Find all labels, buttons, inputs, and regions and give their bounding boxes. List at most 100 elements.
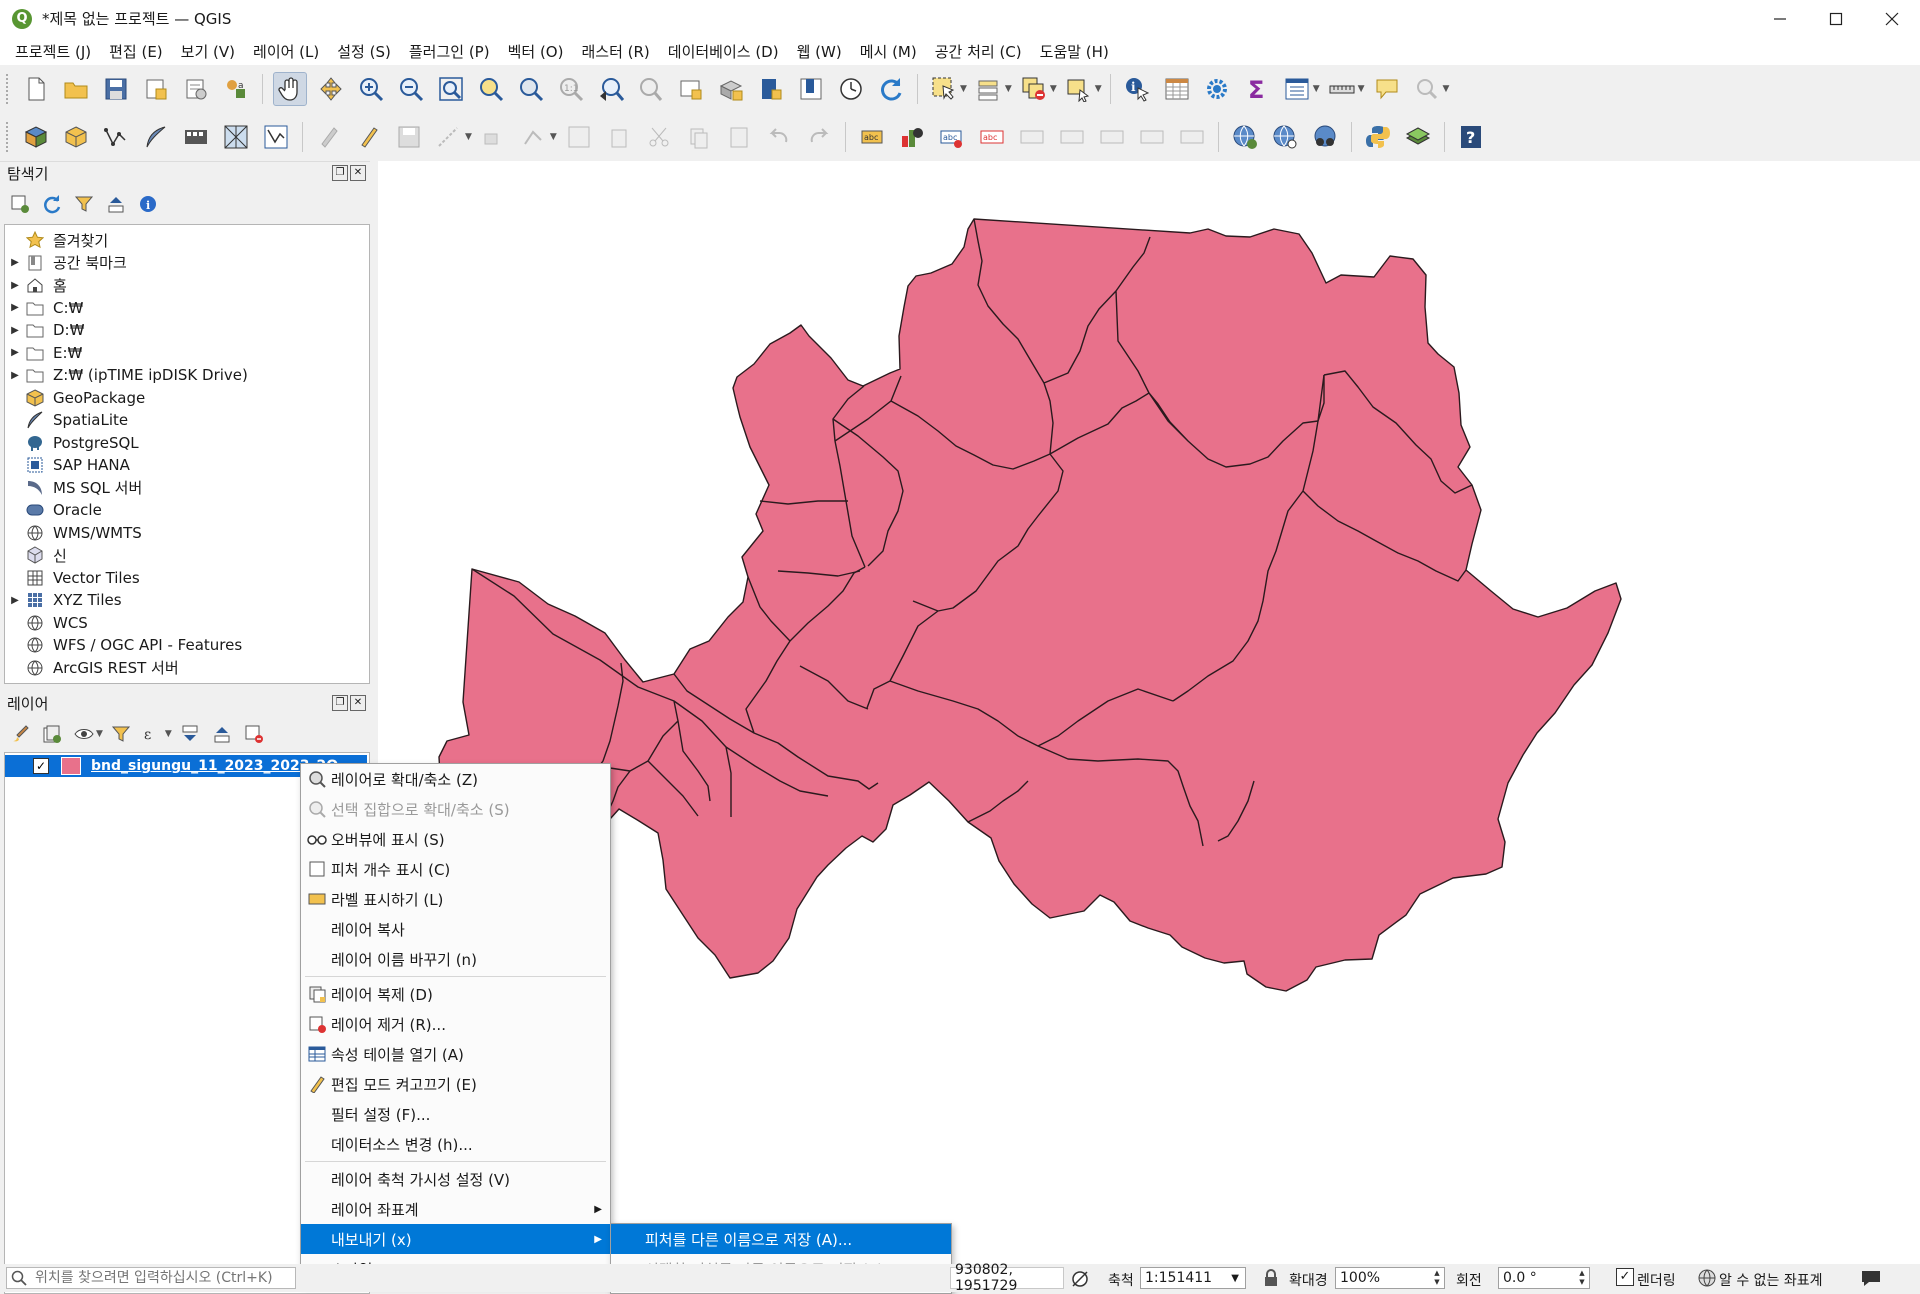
rotation-spinbox[interactable]: 0.0 ° ▲ ▼ [1498, 1267, 1590, 1289]
chevron-down-icon[interactable]: ▼ [1443, 84, 1450, 94]
current-edits-button[interactable] [313, 121, 345, 153]
move-label-button[interactable] [1056, 121, 1088, 153]
spatial-bookmark-button[interactable] [755, 73, 787, 105]
new-spatialite-button[interactable] [140, 121, 172, 153]
zoom-full-button[interactable] [435, 73, 467, 105]
menu-view[interactable]: 보기 (V) [181, 41, 235, 62]
menu-item-show-in-overview[interactable]: 오버뷰에 표시 (S) [301, 824, 610, 854]
chevron-down-icon[interactable]: ▼ [1005, 84, 1012, 94]
chevron-down-icon[interactable]: ▼ [960, 84, 967, 94]
temporal-controller-button[interactable] [835, 73, 867, 105]
select-features-button[interactable] [928, 73, 960, 105]
toolbox-button[interactable] [1201, 73, 1233, 105]
map-tips-button[interactable] [1371, 73, 1403, 105]
menu-project[interactable]: 프로젝트 (J) [15, 41, 91, 62]
show-map-tips-button[interactable] [1281, 73, 1313, 105]
menu-item-open-attribute-table[interactable]: 속성 테이블 열기 (A) [301, 1039, 610, 1069]
menu-item-scale-visibility[interactable]: 레이어 축척 가시성 설정 (V) [301, 1164, 610, 1194]
chevron-down-icon[interactable]: ▼ [1095, 84, 1102, 94]
style-manager-button[interactable]: a [220, 73, 252, 105]
browser-item-home[interactable]: ▶ 홈 [5, 274, 369, 297]
chevron-down-icon[interactable]: ▼ [1358, 84, 1365, 94]
menu-vector[interactable]: 벡터 (O) [508, 41, 564, 62]
undo-button[interactable] [763, 121, 795, 153]
browser-item-wfs[interactable]: WFS / OGC API - Features [5, 634, 369, 657]
coordinate-field[interactable]: 930802, 1951729 [950, 1262, 1064, 1294]
browser-item-drive-c[interactable]: ▶ C:₩ [5, 297, 369, 320]
minimize-button[interactable] [1752, 0, 1808, 37]
new-3d-map-button[interactable] [715, 73, 747, 105]
toolbar-grip[interactable] [6, 74, 12, 104]
identify-button[interactable]: i [1121, 73, 1153, 105]
refresh-button[interactable] [875, 73, 907, 105]
close-panel-icon[interactable]: ✕ [350, 165, 366, 181]
browser-item-spatialite[interactable]: SpatiaLite [5, 409, 369, 432]
new-geopackage-button[interactable] [60, 121, 92, 153]
expand-arrow-icon[interactable]: ▶ [5, 257, 25, 268]
browser-item-spatial-bookmarks[interactable]: ▶ 공간 북마크 [5, 252, 369, 275]
new-temporary-layer-button[interactable] [260, 121, 292, 153]
zoom-native-button[interactable]: 1:1 [555, 73, 587, 105]
menu-processing[interactable]: 공간 처리 (C) [935, 41, 1022, 62]
rotate-label-button[interactable] [1096, 121, 1128, 153]
new-virtual-layer-button[interactable] [180, 121, 212, 153]
plugin-layers-button[interactable] [1402, 121, 1434, 153]
new-mesh-layer-button[interactable] [220, 121, 252, 153]
chevron-down-icon[interactable]: ▼ [465, 132, 472, 142]
manage-map-themes-button[interactable] [72, 722, 96, 746]
toolbar-grip[interactable] [6, 122, 12, 152]
zoom-out-button[interactable] [395, 73, 427, 105]
show-bookmarks-button[interactable] [795, 73, 827, 105]
chevron-down-icon[interactable]: ▼ [96, 729, 103, 739]
browser-item-drive-z[interactable]: ▶ Z:₩ (ipTIME ipDISK Drive) [5, 364, 369, 387]
label-pin-button[interactable]: abc [976, 121, 1008, 153]
data-source-manager-button[interactable] [20, 121, 52, 153]
browser-item-drive-d[interactable]: ▶ D:₩ [5, 319, 369, 342]
menu-item-change-datasource[interactable]: 데이터소스 변경 (h)... [301, 1129, 610, 1159]
float-panel-icon[interactable]: ❐ [332, 165, 348, 181]
menu-plugins[interactable]: 플러그인 (P) [409, 41, 490, 62]
pan-map-button[interactable] [273, 72, 307, 106]
menu-help[interactable]: 도움말 (H) [1040, 41, 1109, 62]
paste-features-button[interactable] [723, 121, 755, 153]
new-project-button[interactable] [20, 73, 52, 105]
redo-button[interactable] [803, 121, 835, 153]
menu-database[interactable]: 데이터베이스 (D) [668, 41, 779, 62]
measure-line-button[interactable] [1326, 73, 1358, 105]
browser-item-wms[interactable]: WMS/WMTS [5, 522, 369, 545]
delete-selected-button[interactable] [603, 121, 635, 153]
statistical-summary-button[interactable]: Σ [1241, 73, 1273, 105]
menu-web[interactable]: 웹 (W) [797, 41, 842, 62]
menu-item-copy-layer[interactable]: 레이어 복사 [301, 914, 610, 944]
menu-item-remove-layer[interactable]: 레이어 제거 (R)... [301, 1009, 610, 1039]
browser-item-favorites[interactable]: 즐겨찾기 [5, 229, 369, 252]
browser-item-mssql[interactable]: MS SQL 서버 [5, 477, 369, 500]
chevron-down-icon[interactable]: ▼ [1313, 84, 1320, 94]
close-button[interactable] [1864, 0, 1920, 37]
layout-manager-button[interactable] [180, 73, 212, 105]
menu-item-rename-layer[interactable]: 레이어 이름 바꾸기 (n) [301, 944, 610, 974]
crs-label[interactable]: 알 수 없는 좌표계 [1719, 1270, 1823, 1290]
browser-item-arcgis-rest[interactable]: ArcGIS REST 서버 [5, 657, 369, 680]
menu-mesh[interactable]: 메시 (M) [860, 41, 917, 62]
menu-edit[interactable]: 편집 (E) [109, 41, 163, 62]
zoom-in-button[interactable] [355, 73, 387, 105]
copy-features-button[interactable] [683, 121, 715, 153]
menu-raster[interactable]: 래스터 (R) [581, 41, 649, 62]
chevron-down-icon[interactable]: ▼ [165, 729, 172, 739]
zoom-to-layer-button[interactable] [515, 73, 547, 105]
scale-combobox[interactable]: 1:151411 ▼ [1140, 1267, 1246, 1289]
open-layer-styling-button[interactable] [8, 722, 32, 746]
save-edits-button[interactable] [393, 121, 425, 153]
float-panel-icon[interactable]: ❐ [332, 695, 348, 711]
vertex-tool-button[interactable] [478, 121, 510, 153]
highlight-pinned-labels-button[interactable]: abc [936, 121, 968, 153]
browser-refresh-button[interactable] [40, 192, 64, 216]
spinbox-arrows-icon[interactable]: ▲ ▼ [1576, 1269, 1588, 1287]
menu-item-zoom-to-selection[interactable]: 선택 집합으로 확대/축소 (S) [301, 794, 610, 824]
close-panel-icon[interactable]: ✕ [350, 695, 366, 711]
menu-layer[interactable]: 레이어 (L) [253, 41, 319, 62]
layer-labeling-button[interactable]: abc [856, 121, 888, 153]
layer-visibility-checkbox[interactable]: ✓ [33, 758, 49, 774]
add-selected-layers-button[interactable] [8, 192, 32, 216]
